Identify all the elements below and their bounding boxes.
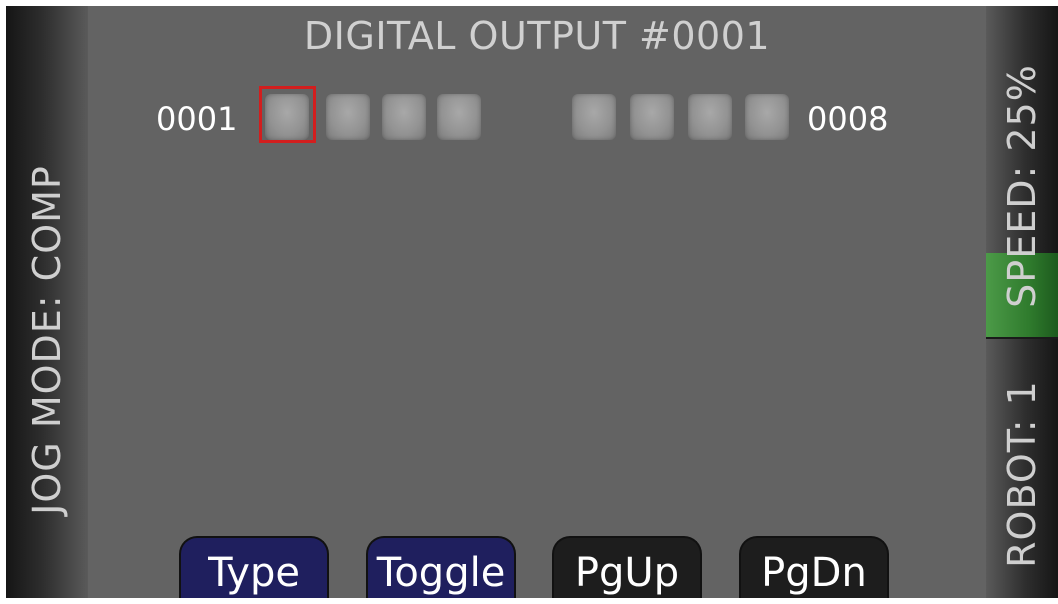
page-title: DIGITAL OUTPUT #0001 bbox=[303, 14, 771, 58]
output-led-7[interactable] bbox=[688, 94, 732, 140]
jog-mode-bar[interactable]: JOG MODE: COMP bbox=[6, 6, 88, 598]
output-led-1[interactable] bbox=[265, 94, 309, 140]
output-led-6[interactable] bbox=[630, 94, 674, 140]
speed-status[interactable]: SPEED: 25% bbox=[986, 6, 1058, 338]
status-bar-right: SPEED: 25% ROBOT: 1 bbox=[986, 6, 1058, 598]
output-led-4[interactable] bbox=[437, 94, 481, 140]
type-softkey[interactable]: Type bbox=[179, 536, 329, 598]
first-output-number: 0001 bbox=[156, 100, 238, 138]
page-down-softkey[interactable]: PgDn bbox=[739, 536, 889, 598]
output-led-3[interactable] bbox=[382, 94, 426, 140]
jog-mode-label: JOG MODE: COMP bbox=[25, 165, 69, 515]
speed-label: SPEED: 25% bbox=[1000, 64, 1044, 308]
output-led-5[interactable] bbox=[572, 94, 616, 140]
robot-label[interactable]: ROBOT: 1 bbox=[1000, 380, 1044, 568]
page-up-softkey[interactable]: PgUp bbox=[552, 536, 702, 598]
output-led-2[interactable] bbox=[326, 94, 370, 140]
toggle-softkey[interactable]: Toggle bbox=[366, 536, 516, 598]
teach-pendant-screen: JOG MODE: COMP DIGITAL OUTPUT #0001 0001… bbox=[6, 6, 1058, 598]
last-output-number: 0008 bbox=[807, 100, 889, 138]
status-divider bbox=[986, 337, 1058, 339]
output-led-8[interactable] bbox=[745, 94, 789, 140]
